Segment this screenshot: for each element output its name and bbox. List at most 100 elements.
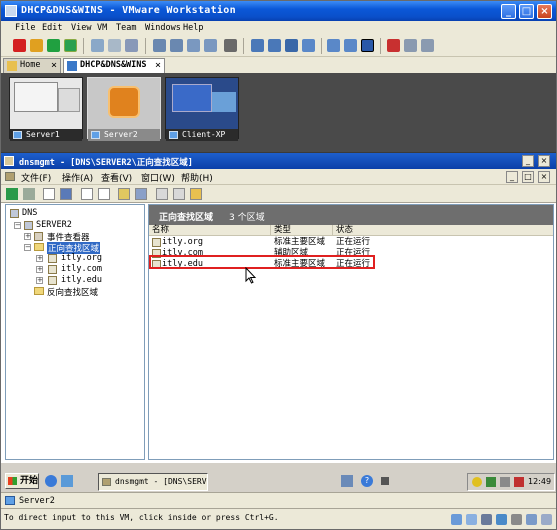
- power-on-icon[interactable]: [47, 39, 60, 52]
- expand-toggle-icon[interactable]: +: [24, 233, 31, 240]
- tab-dhcp-dns-wins[interactable]: DHCP&DNS&WINS ×: [63, 58, 165, 73]
- summary-view-icon[interactable]: [302, 39, 315, 52]
- full-screen-icon[interactable]: [285, 39, 298, 52]
- tab-home-close-icon[interactable]: ×: [51, 59, 57, 72]
- back-arrow-icon[interactable]: [6, 188, 18, 200]
- snapshot-manager-icon[interactable]: [125, 39, 138, 52]
- tree-node-itly-edu[interactable]: itly.edu: [61, 275, 102, 285]
- minimize-button[interactable]: _: [501, 4, 516, 19]
- tree-node-reverse-zones[interactable]: 反向查找区域: [47, 286, 98, 298]
- thumbnail-server1[interactable]: Server1: [9, 77, 83, 141]
- properties-icon[interactable]: [81, 188, 93, 200]
- record-icon[interactable]: [387, 39, 400, 52]
- expand-toggle-icon[interactable]: +: [36, 277, 43, 284]
- column-header-name[interactable]: 名称: [149, 225, 271, 236]
- show-desktop-icon[interactable]: [61, 475, 73, 487]
- message-log-icon[interactable]: [541, 514, 552, 525]
- team-power-icon[interactable]: [170, 39, 183, 52]
- start-button[interactable]: 开始: [5, 473, 39, 489]
- maximize-button[interactable]: □: [519, 4, 534, 19]
- security-alert-icon[interactable]: [472, 477, 482, 487]
- volume-icon[interactable]: [500, 477, 510, 487]
- title-bar: DHCP&DNS&WINS - VMware Workstation _ □ ×: [1, 1, 556, 21]
- taskbar-item-dnsmgmt[interactable]: dnsmgmt - [DNS\SERV...: [98, 473, 208, 491]
- appliance-view-icon[interactable]: [344, 39, 357, 52]
- menu-team[interactable]: Team: [116, 23, 136, 33]
- show-sidebar-icon[interactable]: [251, 39, 264, 52]
- cd-rom-icon[interactable]: [466, 514, 477, 525]
- suspend-icon[interactable]: [30, 39, 43, 52]
- zone-icon[interactable]: [173, 188, 185, 200]
- thumbnail-view-icon[interactable]: [361, 39, 374, 52]
- expand-toggle-icon[interactable]: +: [36, 266, 43, 273]
- child-minimize-button[interactable]: _: [506, 171, 518, 183]
- network-icon[interactable]: [486, 477, 496, 487]
- vm-name: Server2: [19, 496, 55, 506]
- help-icon[interactable]: ?: [361, 475, 373, 487]
- help-icon[interactable]: [135, 188, 147, 200]
- hard-disk-icon[interactable]: [451, 514, 462, 525]
- collapse-toggle-icon[interactable]: −: [14, 222, 21, 229]
- menu-help-cn[interactable]: 帮助(H): [181, 171, 213, 184]
- table-row[interactable]: itly.org 标准主要区域 正在运行: [149, 237, 553, 248]
- mmc-close-button[interactable]: ×: [538, 155, 550, 167]
- tree-node-dns[interactable]: DNS: [22, 208, 37, 218]
- revert-snapshot-icon[interactable]: [108, 39, 121, 52]
- guest-screen[interactable]: dnsmgmt - [DNS\SERVER2\正向查找区域] _ × 文件(F)…: [1, 152, 556, 462]
- up-folder-icon[interactable]: [43, 188, 55, 200]
- server-icon[interactable]: [156, 188, 168, 200]
- power-off-icon[interactable]: [13, 39, 26, 52]
- team-reset-icon[interactable]: [204, 39, 217, 52]
- menu-action-cn[interactable]: 操作(A): [62, 171, 93, 184]
- team-icon[interactable]: [153, 39, 166, 52]
- network-adapter-icon[interactable]: [496, 514, 507, 525]
- show-tree-icon[interactable]: [60, 188, 72, 200]
- forward-arrow-icon[interactable]: [23, 188, 35, 200]
- quick-switch-icon[interactable]: [268, 39, 281, 52]
- unity-icon[interactable]: [421, 39, 434, 52]
- tray-app-icon[interactable]: [514, 477, 524, 487]
- ie-quicklaunch-icon[interactable]: [45, 475, 57, 487]
- menu-vm[interactable]: VM: [97, 23, 107, 33]
- tab-home[interactable]: Home ×: [3, 58, 61, 73]
- new-zone-icon[interactable]: [190, 188, 202, 200]
- reset-icon[interactable]: [64, 39, 77, 52]
- tree-node-itly-org[interactable]: itly.org: [61, 253, 102, 263]
- thumbnail-client-xp[interactable]: Client-XP: [165, 77, 239, 141]
- expand-toggle-icon[interactable]: +: [36, 255, 43, 262]
- tree-node-itly-com[interactable]: itly.com: [61, 264, 102, 274]
- menu-view-cn[interactable]: 查看(V): [101, 171, 132, 184]
- mmc-minimize-button[interactable]: _: [522, 155, 534, 167]
- console-view-icon[interactable]: [327, 39, 340, 52]
- tab-home-label: Home: [20, 60, 41, 70]
- tree-node-server2[interactable]: SERVER2: [36, 220, 72, 230]
- input-method-icon[interactable]: [341, 475, 353, 487]
- mmc-title-bar: dnsmgmt - [DNS\SERVER2\正向查找区域] _ ×: [1, 153, 556, 169]
- menu-file-cn[interactable]: 文件(F): [21, 171, 51, 184]
- column-header-status[interactable]: 状态: [333, 225, 553, 236]
- close-button[interactable]: ×: [537, 4, 552, 19]
- export-list-icon[interactable]: [118, 188, 130, 200]
- collapse-toggle-icon[interactable]: −: [24, 244, 31, 251]
- refresh-icon[interactable]: [98, 188, 110, 200]
- menu-window-cn[interactable]: 窗口(W): [141, 171, 175, 184]
- menu-windows[interactable]: Windows: [145, 23, 181, 33]
- menu-file[interactable]: File: [15, 23, 35, 33]
- sound-icon[interactable]: [526, 514, 537, 525]
- lan-segment-icon[interactable]: [224, 39, 237, 52]
- menu-edit[interactable]: Edit: [42, 23, 62, 33]
- floppy-icon[interactable]: [481, 514, 492, 525]
- column-header-type[interactable]: 类型: [271, 225, 333, 236]
- tab-vm-close-icon[interactable]: ×: [155, 59, 161, 72]
- chevron-down-icon[interactable]: [381, 477, 389, 485]
- snapshot-icon[interactable]: [91, 39, 104, 52]
- child-close-button[interactable]: ×: [538, 171, 550, 183]
- menu-view[interactable]: View: [71, 23, 91, 33]
- usb-icon[interactable]: [511, 514, 522, 525]
- team-suspend-icon[interactable]: [187, 39, 200, 52]
- thumbnail-server2[interactable]: Server2: [87, 77, 161, 141]
- server-node-icon: [24, 221, 33, 230]
- child-restore-button[interactable]: □: [522, 171, 534, 183]
- replay-icon[interactable]: [404, 39, 417, 52]
- menu-help[interactable]: Help: [183, 23, 203, 33]
